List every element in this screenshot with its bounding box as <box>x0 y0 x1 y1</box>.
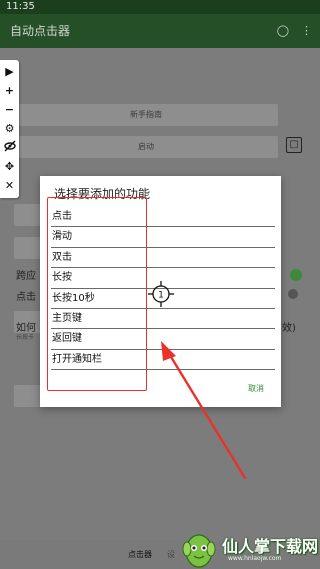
option-double-click[interactable]: 双击 <box>51 248 275 269</box>
app-bar: 自动点击器 ◯ ⋮ <box>0 14 320 48</box>
row-small-text: 长按卡 <box>16 334 35 341</box>
option-swipe[interactable]: 滑动 <box>51 227 275 248</box>
watermark-brand: 仙人掌下载网 <box>222 537 319 556</box>
option-home-key[interactable]: 主页键 <box>51 309 275 330</box>
option-click[interactable]: 点击 <box>51 207 275 228</box>
row-label-2: 点击 <box>16 292 36 303</box>
status-bar: 11:35 <box>0 0 320 14</box>
more-vertical-icon[interactable]: ⋮ <box>301 14 312 48</box>
app-title: 自动点击器 <box>10 24 71 38</box>
toggle-on[interactable] <box>290 269 302 281</box>
move-icon[interactable]: ✥ <box>2 159 18 175</box>
dialog-title: 选择要添加的功能 <box>54 187 151 201</box>
gear-icon[interactable]: ⚙ <box>2 121 18 137</box>
watermark-url: www.hnlaojw.com <box>228 555 282 562</box>
toggle-off[interactable] <box>288 289 298 299</box>
target-number: 1 <box>158 291 164 301</box>
plus-icon[interactable]: + <box>2 83 18 99</box>
close-icon[interactable]: ✕ <box>2 178 18 194</box>
play-icon[interactable]: ▶ <box>2 64 18 80</box>
row-suffix: 效) <box>282 323 296 334</box>
option-open-notification[interactable]: 打开通知栏 <box>51 350 275 371</box>
eye-off-icon[interactable] <box>2 140 18 156</box>
bottom-nav-settings[interactable]: 设 <box>167 549 175 560</box>
bulb-icon[interactable]: ◯ <box>277 14 289 48</box>
row-label-1: 跨应 <box>16 271 36 282</box>
guide-button[interactable]: 新手指南 <box>14 104 278 126</box>
cactus-logo-icon <box>182 534 216 568</box>
shirt-icon[interactable]: ▢ <box>286 137 302 153</box>
option-back-key[interactable]: 返回键 <box>51 329 275 350</box>
start-button[interactable]: 启动 <box>14 136 278 158</box>
bottom-nav-clicker[interactable]: 点击器 <box>128 549 152 560</box>
cancel-button[interactable]: 取消 <box>248 383 264 394</box>
status-time: 11:35 <box>6 1 35 12</box>
minus-icon[interactable]: − <box>2 102 18 118</box>
crosshair-target-icon[interactable]: 1 <box>148 281 174 307</box>
floating-toolbar: ▶ + − ⚙ ✥ ✕ <box>0 60 19 198</box>
